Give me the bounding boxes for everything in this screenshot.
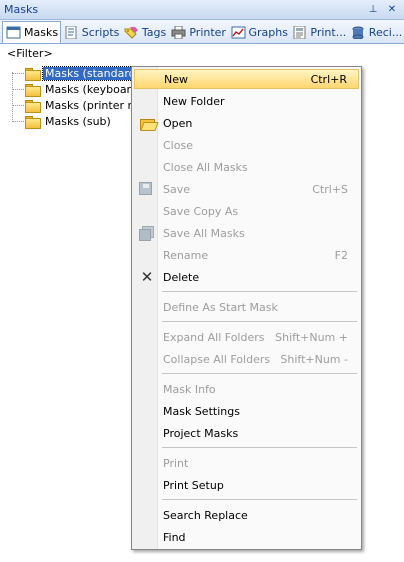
menu-item-find[interactable]: Find bbox=[134, 527, 359, 547]
tree-item-label[interactable]: Masks (keyboard) bbox=[43, 83, 144, 96]
save-all-icon bbox=[139, 226, 155, 241]
pin-icon[interactable]: ⊥ bbox=[366, 3, 380, 17]
menu-item-print-setup[interactable]: Print Setup bbox=[134, 475, 359, 495]
menu-item-close: Close bbox=[134, 135, 359, 155]
panel-title-bar: Masks ⊥ ✕ bbox=[0, 0, 404, 20]
tree-item-label[interactable]: Masks (sub) bbox=[43, 115, 113, 128]
menu-item-collapse-all-folders: Collapse All Folders Shift+Num - bbox=[134, 349, 359, 369]
menu-item-project-masks[interactable]: Project Masks bbox=[134, 423, 359, 443]
menu-item-save-all-masks: Save All Masks bbox=[134, 223, 359, 243]
folder-icon bbox=[25, 99, 41, 113]
menu-item-label: Close All Masks bbox=[163, 160, 248, 174]
menu-item-open[interactable]: Open bbox=[134, 113, 359, 133]
filter-field[interactable]: <Filter> bbox=[7, 47, 53, 60]
tree-item[interactable]: Masks (keyboard) bbox=[12, 81, 144, 97]
menu-separator bbox=[162, 321, 357, 322]
menu-item-label: New Folder bbox=[163, 94, 225, 108]
tab-label: Scripts bbox=[81, 26, 120, 39]
menu-item-label: Expand All Folders bbox=[163, 330, 265, 344]
menu-item-label: New bbox=[164, 72, 188, 86]
menu-item-label: Save All Masks bbox=[163, 226, 245, 240]
menu-item-mask-info: Mask Info bbox=[134, 379, 359, 399]
context-menu: New Ctrl+R New Folder Open Close Close A… bbox=[131, 66, 362, 550]
menu-item-save: Save Ctrl+S bbox=[134, 179, 359, 199]
tab-masks[interactable]: Masks bbox=[2, 21, 61, 43]
menu-item-shortcut: Shift+Num + bbox=[275, 330, 348, 344]
graph-icon bbox=[231, 26, 246, 39]
close-icon[interactable]: ✕ bbox=[385, 3, 399, 17]
menu-item-expand-all-folders: Expand All Folders Shift+Num + bbox=[134, 327, 359, 347]
tab-print-templates[interactable]: Print... bbox=[289, 22, 347, 43]
tab-strip: Masks Scripts Tags Printer Graphs Print.… bbox=[0, 20, 404, 44]
menu-item-label: Print bbox=[163, 456, 189, 470]
menu-item-label: Search Replace bbox=[163, 508, 248, 522]
menu-item-label: Rename bbox=[163, 248, 209, 262]
menu-item-rename: Rename F2 bbox=[134, 245, 359, 265]
print-template-icon bbox=[292, 25, 307, 40]
menu-item-close-all-masks: Close All Masks bbox=[134, 157, 359, 177]
menu-item-label: Delete bbox=[163, 270, 200, 284]
folder-icon bbox=[25, 83, 41, 97]
menu-item-label: Define As Start Mask bbox=[163, 300, 278, 314]
menu-separator bbox=[162, 291, 357, 292]
menu-separator bbox=[162, 499, 357, 500]
menu-item-save-copy-as: Save Copy As bbox=[134, 201, 359, 221]
menu-item-label: Mask Info bbox=[163, 382, 216, 396]
menu-separator bbox=[162, 447, 357, 448]
tab-scripts[interactable]: Scripts bbox=[61, 22, 121, 43]
menu-item-mask-settings[interactable]: Mask Settings bbox=[134, 401, 359, 421]
menu-item-shortcut: Ctrl+R bbox=[310, 72, 347, 86]
menu-item-print: Print bbox=[134, 453, 359, 473]
menu-item-label: Print Setup bbox=[163, 478, 224, 492]
tab-label: Print... bbox=[310, 26, 347, 39]
delete-icon: ✕ bbox=[140, 268, 154, 286]
tab-printer[interactable]: Printer bbox=[168, 22, 227, 43]
tab-tags[interactable]: Tags bbox=[121, 22, 168, 43]
menu-item-label: Save Copy As bbox=[163, 204, 239, 218]
tree-item[interactable]: Masks (sub) bbox=[12, 113, 113, 129]
menu-item-label: Find bbox=[163, 530, 186, 544]
menu-item-label: Collapse All Folders bbox=[163, 352, 271, 366]
menu-item-define-as-start-mask: Define As Start Mask bbox=[134, 297, 359, 317]
tab-graphs[interactable]: Graphs bbox=[228, 22, 290, 43]
menu-item-search-replace[interactable]: Search Replace bbox=[134, 505, 359, 525]
menu-item-shortcut: Shift+Num - bbox=[280, 352, 348, 366]
menu-separator bbox=[162, 373, 357, 374]
tab-label: Masks bbox=[24, 26, 59, 39]
folder-icon bbox=[25, 115, 41, 129]
menu-item-label: Mask Settings bbox=[163, 404, 240, 418]
menu-item-shortcut: F2 bbox=[334, 248, 348, 262]
recipe-icon bbox=[351, 26, 366, 40]
tree-item[interactable]: Masks (standard) bbox=[12, 65, 143, 81]
save-icon bbox=[139, 182, 152, 195]
folder-icon bbox=[25, 67, 41, 81]
tab-recipes[interactable]: Reci... bbox=[348, 22, 404, 43]
menu-item-shortcut: Ctrl+S bbox=[312, 182, 348, 196]
tab-label: Reci... bbox=[368, 26, 403, 39]
menu-item-label: Open bbox=[163, 116, 193, 130]
mask-icon bbox=[6, 26, 21, 39]
menu-item-new[interactable]: New Ctrl+R bbox=[134, 69, 359, 89]
tree-item-label[interactable]: Masks (standard) bbox=[42, 65, 143, 81]
menu-item-new-folder[interactable]: New Folder bbox=[134, 91, 359, 111]
menu-item-label: Project Masks bbox=[163, 426, 239, 440]
tab-label: Tags bbox=[141, 26, 167, 39]
menu-item-label: Save bbox=[163, 182, 191, 196]
tags-icon bbox=[124, 26, 139, 39]
menu-item-label: Close bbox=[163, 138, 193, 152]
tab-label: Graphs bbox=[248, 26, 288, 39]
tab-label: Printer bbox=[189, 26, 226, 39]
panel-title: Masks bbox=[4, 3, 39, 16]
open-folder-icon bbox=[139, 116, 155, 130]
printer-icon bbox=[171, 25, 186, 40]
script-icon bbox=[64, 25, 79, 40]
menu-item-delete[interactable]: ✕ Delete bbox=[134, 267, 359, 287]
